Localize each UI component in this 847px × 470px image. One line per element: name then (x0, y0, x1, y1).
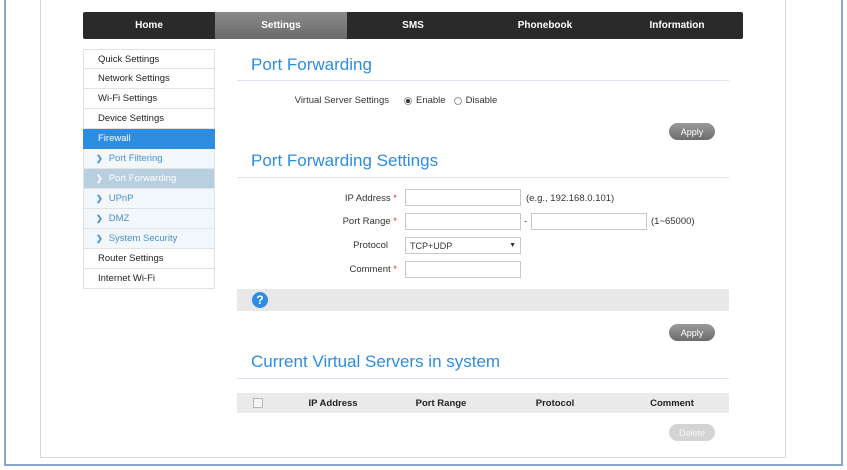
column-header-port-range: Port Range (415, 397, 467, 409)
page-border-bottom (40, 457, 786, 458)
port-range-from-input[interactable] (405, 213, 521, 230)
page-border-right (785, 0, 786, 458)
sidebar-item-firewall[interactable]: Firewall (83, 129, 215, 149)
tab-home[interactable]: Home (83, 12, 215, 39)
chevron-right-icon: ❯ (96, 174, 103, 183)
protocol-label: Protocol (353, 240, 388, 251)
section-title-port-forwarding-settings: Port Forwarding Settings (251, 151, 439, 170)
sidebar-item-label: Firewall (98, 133, 131, 144)
column-header-ip-address: IP Address (308, 397, 358, 409)
sidebar-item-label: Router Settings (98, 253, 164, 264)
section-divider (237, 177, 729, 178)
apply-button-settings[interactable]: Apply (669, 324, 715, 341)
protocol-select[interactable]: TCP+UDP ▼ (405, 237, 521, 254)
tab-settings[interactable]: Settings (215, 12, 347, 39)
comment-label-text: Comment (349, 264, 391, 275)
sidebar-item-label: DMZ (108, 213, 130, 224)
sidebar-item-network-settings[interactable]: Network Settings (83, 69, 215, 89)
tab-phonebook[interactable]: Phonebook (479, 12, 611, 39)
sidebar-item-label: Port Filtering (108, 153, 163, 164)
sidebar-item-wifi-settings[interactable]: Wi-Fi Settings (83, 89, 215, 109)
column-header-comment: Comment (650, 397, 694, 409)
section-title-port-forwarding: Port Forwarding (251, 55, 372, 74)
sidebar-item-label: Network Settings (98, 73, 170, 84)
ip-address-hint: (e.g., 192.168.0.101) (526, 193, 615, 204)
sidebar-item-port-filtering[interactable]: ❯ Port Filtering (83, 149, 215, 169)
select-all-cell (237, 393, 279, 413)
virtual-server-label: Virtual Server Settings (294, 95, 389, 106)
dropdown-arrow-icon: ▼ (509, 242, 516, 249)
ip-address-label-text: IP Address (344, 193, 391, 204)
tab-information[interactable]: Information (611, 12, 743, 39)
protocol-selected-value: TCP+UDP (410, 240, 453, 251)
section-divider (237, 80, 729, 81)
sidebar-item-internet-wifi[interactable]: Internet Wi-Fi (83, 269, 215, 289)
page-border-left (40, 0, 41, 458)
chevron-right-icon: ❯ (96, 194, 103, 203)
select-all-checkbox[interactable] (253, 398, 263, 408)
main-nav: Home Settings SMS Phonebook Information (83, 12, 743, 39)
enable-radio[interactable] (404, 96, 412, 105)
port-range-label-text: Port Range (342, 216, 391, 227)
enable-label: Enable (416, 95, 446, 106)
sidebar-item-label: Internet Wi-Fi (98, 273, 156, 284)
tab-sms[interactable]: SMS (347, 12, 479, 39)
virtual-server-radio-group: Enable Disable (404, 95, 497, 106)
required-mark: * (393, 216, 397, 227)
chevron-right-icon: ❯ (96, 234, 103, 243)
sidebar-item-label: UPnP (108, 193, 134, 204)
sidebar-item-device-settings[interactable]: Device Settings (83, 109, 215, 129)
sidebar-item-port-forwarding[interactable]: ❯ Port Forwarding (83, 169, 215, 189)
comment-label: Comment * (297, 264, 397, 275)
sidebar-item-dmz[interactable]: ❯ DMZ (83, 209, 215, 229)
ip-address-input[interactable] (405, 189, 521, 206)
sidebar-item-upnp[interactable]: ❯ UPnP (83, 189, 215, 209)
port-range-label: Port Range * (297, 216, 397, 227)
sidebar-item-router-settings[interactable]: Router Settings (83, 249, 215, 269)
disable-label: Disable (465, 95, 498, 106)
sidebar-item-label: Quick Settings (98, 53, 160, 65)
chevron-right-icon: ❯ (96, 154, 103, 163)
column-header-protocol: Protocol (535, 397, 575, 409)
sidebar-item-label: System Security (108, 233, 178, 244)
sidebar-item-label: Wi-Fi Settings (98, 93, 158, 104)
port-range-separator: - (524, 216, 528, 227)
sidebar: Quick Settings Network Settings Wi-Fi Se… (83, 49, 215, 289)
port-range-to-input[interactable] (531, 213, 647, 230)
sidebar-item-label: Port Forwarding (108, 173, 177, 184)
help-bar: ? (237, 289, 729, 311)
sidebar-item-system-security[interactable]: ❯ System Security (83, 229, 215, 249)
disable-radio[interactable] (453, 96, 462, 105)
chevron-right-icon: ❯ (96, 214, 103, 223)
section-divider (237, 378, 729, 379)
comment-input[interactable] (405, 261, 521, 278)
delete-button[interactable]: Delete (669, 424, 715, 441)
sidebar-item-quick-settings[interactable]: Quick Settings (83, 49, 215, 69)
question-icon[interactable]: ? (252, 292, 268, 308)
section-title-current-servers: Current Virtual Servers in system (251, 352, 501, 371)
apply-button-virtual-server[interactable]: Apply (669, 123, 715, 140)
required-mark: * (393, 193, 397, 204)
required-mark: * (393, 264, 397, 275)
servers-table-header: IP Address Port Range Protocol Comment (237, 393, 729, 413)
sidebar-item-label: Device Settings (98, 113, 165, 124)
ip-address-label: IP Address * (297, 193, 397, 204)
port-range-hint: (1~65000) (651, 216, 695, 227)
